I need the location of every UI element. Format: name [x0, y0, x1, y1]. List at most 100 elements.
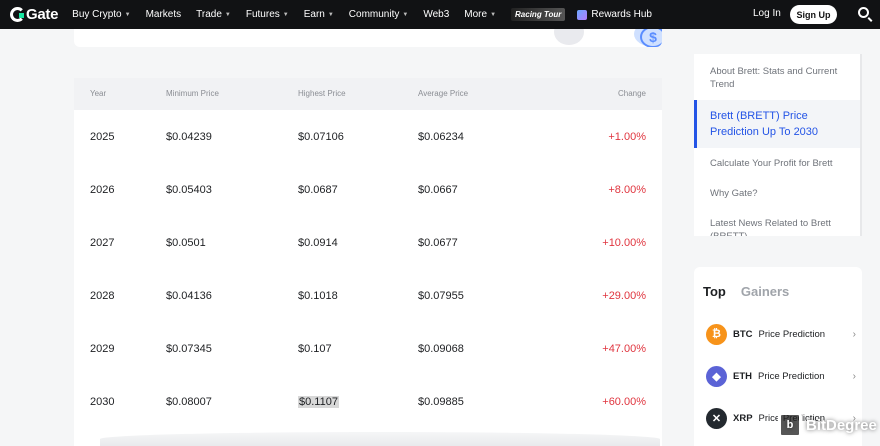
header-avg-price: Average Price: [418, 89, 469, 98]
table-header: Year Minimum Price Highest Price Average…: [74, 78, 662, 110]
header-year: Year: [90, 89, 107, 98]
cell-high: $0.0687: [298, 183, 338, 196]
cell-change: +10.00%: [602, 236, 646, 249]
nav-markets[interactable]: Markets: [146, 9, 182, 20]
cell-avg: $0.06234: [418, 130, 464, 143]
watermark-text: BitDegree: [806, 416, 877, 434]
table-row: 2028 $0.04136 $0.1018 $0.07955 +29.00%: [74, 269, 662, 322]
cell-min: $0.07345: [166, 342, 212, 355]
nav-label: Markets: [145, 9, 182, 20]
gainers-tabs: Top Gainers: [694, 267, 862, 299]
header-min-price: Minimum Price: [166, 89, 219, 98]
nav-community[interactable]: Community ▼: [349, 9, 409, 20]
cell-year: 2025: [90, 130, 115, 143]
gate-logo-icon: [10, 7, 25, 22]
cell-avg: $0.0667: [418, 183, 458, 196]
cell-min: $0.05403: [166, 183, 212, 196]
search-icon[interactable]: [858, 7, 869, 18]
chevron-right-icon: ›: [852, 328, 856, 340]
chevron-right-icon: ›: [852, 370, 856, 382]
cell-year: 2029: [90, 342, 115, 355]
toc-item-news[interactable]: Latest News Related to Brett (BRETT): [694, 217, 860, 236]
nav-buy-crypto[interactable]: Buy Crypto ▼: [72, 9, 130, 20]
nav-label: Futures: [245, 9, 280, 20]
table-row: 2025 $0.04239 $0.07106 $0.06234 +1.00%: [74, 110, 662, 163]
cell-year: 2028: [90, 289, 115, 302]
chevron-down-icon: ▼: [282, 11, 289, 18]
table-row: 2026 $0.05403 $0.0687 $0.0667 +8.00%: [74, 163, 662, 216]
gainer-item-btc[interactable]: ₿ BTC Price Prediction ›: [706, 322, 856, 346]
nav-label: Rewards Hub: [591, 9, 652, 20]
coin-symbol: ETH: [733, 370, 752, 382]
nav-label: Trade: [196, 9, 222, 20]
header-change: Change: [617, 89, 646, 98]
cell-change: +29.00%: [602, 289, 646, 302]
rewards-icon: [577, 9, 588, 20]
cell-high: $0.07106: [298, 130, 344, 143]
cell-min: $0.08007: [166, 395, 212, 408]
cell-avg: $0.0677: [418, 236, 458, 249]
nav-trade[interactable]: Trade ▼: [196, 9, 231, 20]
cell-change: +1.00%: [608, 130, 646, 143]
nav-earn[interactable]: Earn ▼: [304, 9, 334, 20]
bitcoin-icon: ₿: [706, 323, 727, 345]
coin-illustration: [554, 29, 584, 45]
table-row: 2029 $0.07345 $0.107 $0.09068 +47.00%: [74, 322, 662, 375]
cell-change: +8.00%: [608, 183, 646, 196]
chevron-down-icon: ▼: [224, 11, 231, 18]
bitdegree-watermark: b BitDegree: [778, 410, 877, 440]
xrp-icon: ✕: [706, 407, 727, 429]
price-prediction-table: Year Minimum Price Highest Price Average…: [74, 78, 662, 446]
cell-year: 2030: [90, 395, 115, 408]
gate-logo[interactable]: Gate: [10, 6, 58, 23]
cell-avg: $0.07955: [418, 289, 464, 302]
gainer-item-eth[interactable]: ◆ ETH Price Prediction ›: [706, 364, 856, 388]
bitdegree-logo-icon: b: [778, 412, 802, 438]
toc-item-why-gate[interactable]: Why Gate?: [694, 187, 860, 200]
coin-symbol: BTC: [733, 328, 753, 340]
login-link[interactable]: Log In: [753, 8, 781, 19]
chevron-down-icon: ▼: [490, 11, 497, 18]
cell-year: 2027: [90, 236, 115, 249]
cell-high-selected: $0.1107: [298, 395, 339, 408]
coin-symbol: XRP: [733, 412, 753, 424]
chevron-down-icon: ▼: [124, 11, 131, 18]
cell-high: $0.107: [298, 342, 332, 355]
nav-more[interactable]: More ▼: [464, 9, 496, 20]
coin-label: Price Prediction: [758, 370, 825, 382]
nav-label: Earn: [303, 9, 325, 20]
toc-item-prediction[interactable]: Brett (BRETT) Price Prediction Up To 203…: [694, 100, 860, 148]
racing-tour-banner[interactable]: Racing Tour: [511, 8, 566, 21]
cell-high: $0.1018: [298, 289, 338, 302]
main-nav: Buy Crypto ▼ Markets Trade ▼ Futures ▼ Earn…: [72, 8, 667, 21]
cell-min: $0.04239: [166, 130, 212, 143]
bottom-edge: [100, 432, 660, 446]
cell-change: +60.00%: [602, 395, 646, 408]
cell-avg: $0.09885: [418, 395, 464, 408]
toc-item-about[interactable]: About Brett: Stats and Current Trend: [694, 65, 860, 91]
cell-min: $0.04136: [166, 289, 212, 302]
chevron-down-icon: ▼: [327, 11, 334, 18]
table-row: 2030 $0.08007 $0.1107 $0.09885 +60.00%: [74, 375, 662, 428]
cell-year: 2026: [90, 183, 115, 196]
ethereum-icon: ◆: [706, 365, 727, 387]
toc-item-calculate[interactable]: Calculate Your Profit for Brett: [694, 157, 860, 170]
chevron-down-icon: ▼: [402, 11, 409, 18]
nav-label: Community: [348, 9, 400, 20]
table-row: 2027 $0.0501 $0.0914 $0.0677 +10.00%: [74, 216, 662, 269]
signup-button[interactable]: Sign Up: [790, 5, 837, 24]
top-navbar: Gate Buy Crypto ▼ Markets Trade ▼ Futures ▼…: [0, 0, 880, 29]
table-of-contents: About Brett: Stats and Current Trend Bre…: [694, 54, 862, 236]
cell-min: $0.0501: [166, 236, 206, 249]
nav-web3[interactable]: Web3: [423, 9, 449, 20]
nav-label: Web3: [423, 9, 450, 20]
logo-text: Gate: [26, 6, 59, 23]
nav-label: Buy Crypto: [72, 9, 122, 20]
nav-futures[interactable]: Futures ▼: [246, 9, 289, 20]
nav-rewards-hub[interactable]: Rewards Hub: [577, 9, 652, 20]
tab-gainers[interactable]: Gainers: [741, 284, 789, 299]
coin-label: Price Prediction: [758, 328, 826, 340]
tab-top[interactable]: Top: [703, 284, 726, 299]
cell-change: +47.00%: [602, 342, 646, 355]
header-high-price: Highest Price: [298, 89, 346, 98]
